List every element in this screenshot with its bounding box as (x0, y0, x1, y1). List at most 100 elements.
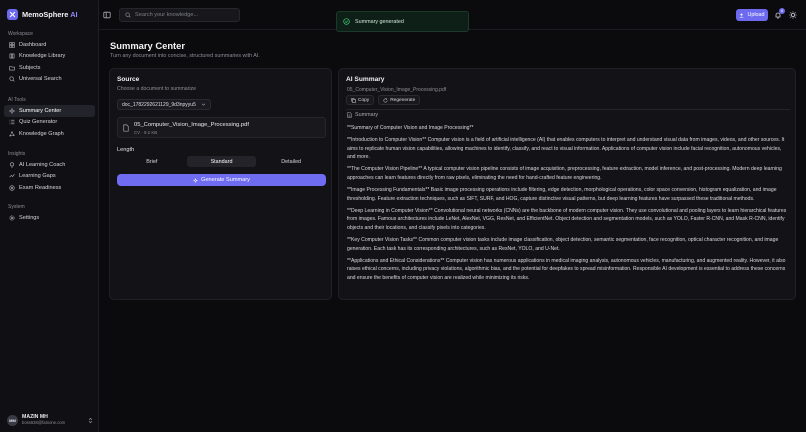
brand[interactable]: MemoSphere AI (7, 9, 78, 20)
regenerate-button[interactable]: Regenerate (378, 95, 421, 105)
summary-paragraph: **Deep Learning in Computer Vision** Con… (347, 207, 787, 231)
copy-icon (351, 97, 356, 103)
sidebar-item-label: AI Learning Coach (19, 161, 66, 168)
refresh-icon (383, 98, 388, 103)
sidebar-item-label: Exam Readiness (19, 184, 62, 191)
sidebar-item-label: Knowledge Graph (19, 130, 64, 137)
summary-paragraph: **Introduction to Computer Vision** Comp… (347, 137, 785, 161)
sparkle-icon (8, 107, 15, 114)
upload-icon (739, 12, 744, 18)
toast-text: Summary generated (355, 18, 404, 25)
source-card: Source Choose a document to summarize do… (109, 68, 332, 300)
sidebar-item-dashboard[interactable]: Dashboard (4, 39, 95, 51)
length-option-detailed[interactable]: Detailed (256, 156, 326, 167)
summary-paragraph: **Image Processing Fundamentals** Basic … (347, 187, 777, 202)
summary-title: AI Summary (346, 76, 385, 83)
copy-button[interactable]: Copy (346, 95, 375, 105)
gear-icon (8, 214, 15, 221)
sidebar-item-universal-search[interactable]: Universal Search (4, 74, 95, 86)
search-icon (125, 12, 131, 18)
sidebar-item-summary-center[interactable]: Summary Center (4, 105, 95, 117)
length-option-standard[interactable]: Standard (186, 156, 257, 167)
page-title: Summary Center (110, 40, 186, 51)
document-select[interactable]: doc_1782292621129_9d3npyyu5 (117, 99, 211, 110)
upload-label: Upload (747, 12, 765, 18)
sidebar-item-exam-readiness[interactable]: Exam Readiness (4, 182, 95, 194)
summary-file-name: 05_Computer_Vision_Image_Processing.pdf (347, 87, 447, 93)
summary-actions: Copy Regenerate (346, 95, 421, 105)
trend-icon (8, 173, 15, 180)
search-bar[interactable] (119, 8, 240, 22)
nav-heading: System (8, 204, 25, 210)
brand-name: MemoSphere AI (22, 10, 78, 19)
sidebar-toggle-icon (103, 11, 111, 19)
user-meta: MAZIN MH boss638@fatnone.com (22, 414, 84, 426)
sidebar-item-label: Learning Gaps (19, 173, 56, 180)
generate-summary-label: Generate Summary (201, 177, 250, 183)
sidebar-item-label: Settings (19, 214, 40, 221)
sidebar-item-label: Subjects (19, 64, 41, 71)
regenerate-label: Regenerate (390, 97, 416, 103)
document-select-value: doc_1782292621129_9d3npyyu5 (122, 101, 196, 108)
search-icon (8, 76, 15, 83)
logo-icon (7, 9, 18, 20)
bulb-icon (8, 161, 15, 168)
length-option-brief[interactable]: Brief (117, 156, 187, 167)
nav-section-workspace: Workspace Dashboard Knowledge Library Su… (0, 30, 99, 85)
summary-paragraph: **Summary of Computer Vision and Image P… (347, 125, 474, 131)
user-email: boss638@fatnone.com (22, 420, 66, 425)
target-icon (8, 184, 15, 191)
summary-section-label: Summary (355, 112, 379, 118)
chevron-updown-icon (88, 417, 93, 424)
summary-text: **Summary of Computer Vision and Image P… (347, 124, 789, 286)
summary-paragraph: **Key Computer Vision Tasks** Common com… (347, 237, 779, 252)
page-subtitle: Turn any document into concise, structur… (110, 53, 260, 59)
sparkle-icon (193, 177, 199, 183)
file-name: 05_Computer_Vision_Image_Processing.pdf (134, 122, 249, 128)
sidebar-toggle-button[interactable] (103, 11, 111, 19)
graph-icon (8, 130, 15, 137)
nav-section-ai-tools: AI Tools Summary Center Quiz Generator K… (0, 96, 99, 140)
search-input[interactable] (135, 12, 235, 18)
theme-toggle-button[interactable] (789, 11, 797, 19)
sidebar-item-settings[interactable]: Settings (4, 212, 95, 224)
source-subtitle: Choose a document to summarize (117, 86, 197, 92)
sidebar-item-knowledge-graph[interactable]: Knowledge Graph (4, 128, 95, 140)
chevron-down-icon (201, 102, 206, 107)
folder-icon (8, 64, 15, 71)
sidebar-item-quiz-generator[interactable]: Quiz Generator (4, 117, 95, 129)
list-icon (8, 119, 15, 126)
selected-file: 05_Computer_Vision_Image_Processing.pdf … (117, 117, 326, 138)
sidebar-item-subjects[interactable]: Subjects (4, 62, 95, 74)
sidebar-item-knowledge-library[interactable]: Knowledge Library (4, 51, 95, 63)
source-title: Source (117, 76, 140, 83)
sidebar-item-label: Summary Center (19, 107, 62, 114)
top-header: Summary generated Upload 8 (99, 0, 806, 32)
nav-heading: Insights (8, 151, 26, 157)
sidebar-item-label: Quiz Generator (19, 119, 58, 126)
sidebar-item-label: Universal Search (19, 76, 62, 83)
document-icon (347, 112, 352, 118)
summary-paragraph: **The Computer Vision Pipeline** A typic… (347, 166, 782, 181)
sidebar-item-label: Dashboard (19, 41, 47, 48)
nav-section-insights: Insights AI Learning Coach Learning Gaps… (0, 150, 99, 194)
sidebar-item-ai-learning-coach[interactable]: AI Learning Coach (4, 159, 95, 171)
copy-label: Copy (358, 97, 370, 103)
length-label: Length (117, 147, 135, 153)
divider (346, 109, 790, 110)
generate-summary-button[interactable]: Generate Summary (117, 174, 326, 186)
summary-paragraph: **Applications and Ethical Consideration… (347, 257, 786, 281)
upload-button[interactable]: Upload (736, 9, 768, 21)
length-selector: Brief Standard Detailed (117, 156, 326, 167)
book-icon (8, 53, 15, 60)
check-circle-icon (343, 18, 350, 25)
sidebar: MemoSphere AI Workspace Dashboard Knowle… (0, 0, 99, 432)
sidebar-item-label: Knowledge Library (19, 53, 66, 60)
user-menu[interactable]: MM MAZIN MH boss638@fatnone.com (7, 414, 93, 426)
summary-card: AI Summary 05_Computer_Vision_Image_Proc… (338, 68, 796, 300)
grid-icon (8, 41, 15, 48)
notifications-button[interactable]: 8 (774, 8, 785, 19)
file-meta: CV · 9.2 KB (134, 130, 158, 135)
sidebar-item-learning-gaps[interactable]: Learning Gaps (4, 171, 95, 183)
nav-heading: AI Tools (8, 97, 26, 103)
